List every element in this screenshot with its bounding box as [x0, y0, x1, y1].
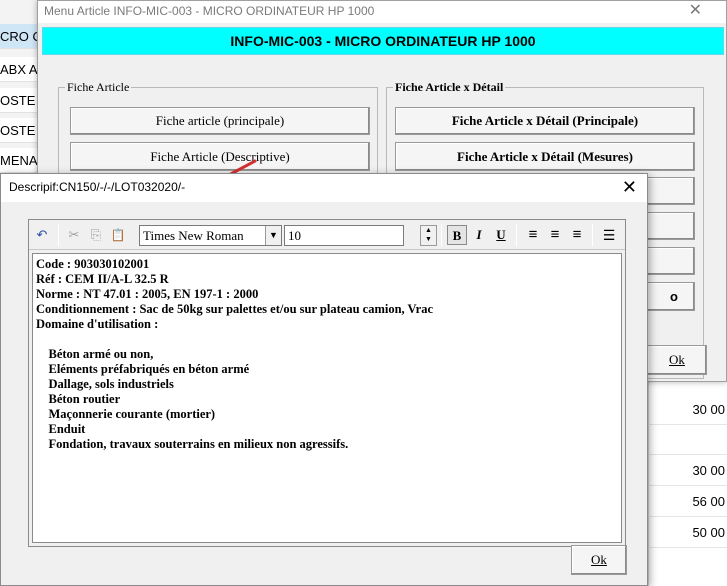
editor-text-line: Eléments préfabriqués en béton armé — [36, 362, 250, 376]
chevron-down-icon[interactable]: ▼ — [265, 226, 281, 245]
list-item: 30 00 — [648, 395, 727, 425]
background-values-column: 30 00 30 00 56 00 50 00 — [648, 380, 727, 586]
menu-ok-button[interactable]: Ok — [647, 345, 707, 375]
fiche-article-descriptive-button[interactable]: Fiche Article (Descriptive) — [70, 142, 370, 171]
fiche-detail-mesures-button[interactable]: Fiche Article x Détail (Mesures) — [395, 142, 695, 171]
list-item: 50 00 — [648, 518, 727, 548]
toolbar-separator — [516, 224, 517, 246]
font-size-value: 10 — [288, 228, 301, 243]
font-name-select[interactable]: Times New Roman ▼ — [139, 225, 282, 246]
editor-text-line: Conditionnement : Sac de 50kg sur palett… — [36, 302, 433, 316]
close-icon[interactable]: ✕ — [622, 176, 637, 198]
list-item: 56 00 — [648, 487, 727, 517]
cut-icon[interactable]: ✂ — [64, 225, 84, 245]
editor-text-line: Béton routier — [36, 392, 121, 406]
rich-text-editor: ↶ ✂ ⎘ 📋 Times New Roman ▼ 10 ▲ ▼ B I U ≡… — [28, 219, 626, 547]
article-header: INFO-MIC-003 - MICRO ORDINATEUR HP 1000 — [42, 27, 724, 55]
editor-text-line: Béton armé ou non, — [36, 347, 154, 361]
group-label: Fiche Article x Détail — [393, 80, 506, 94]
font-name-value: Times New Roman — [143, 228, 244, 243]
toolbar-separator — [592, 224, 593, 246]
close-icon[interactable]: ✕ — [689, 1, 702, 21]
editor-text-line: Réf : CEM II/A-L 32.5 R — [36, 272, 169, 286]
bullet-list-icon[interactable]: ☰ — [599, 225, 619, 245]
undo-icon[interactable]: ↶ — [32, 225, 52, 245]
editor-toolbar: ↶ ✂ ⎘ 📋 Times New Roman ▼ 10 ▲ ▼ B I U ≡… — [29, 220, 625, 250]
align-right-icon[interactable]: ≡ — [567, 225, 587, 245]
group-label: Fiche Article — [65, 80, 132, 94]
list-item: 30 00 — [648, 456, 727, 486]
font-size-spinner[interactable]: ▲ ▼ — [420, 225, 437, 246]
editor-text-line: Domaine d'utilisation : — [36, 317, 159, 331]
editor-content-area[interactable]: Code : 903030102001 Réf : CEM II/A-L 32.5… — [32, 253, 622, 543]
editor-text-line: Enduit — [36, 422, 86, 436]
editor-text-line: Maçonnerie courante (mortier) — [36, 407, 216, 421]
dialog-ok-button[interactable]: Ok — [571, 545, 627, 575]
toolbar-separator — [441, 224, 442, 246]
editor-text-line: Dallage, sols industriels — [36, 377, 174, 391]
dialog-titlebar: Descripif:CN150/-/-/LOT032020/- ✕ — [1, 174, 647, 202]
underline-button[interactable]: U — [491, 225, 511, 245]
spin-up-icon[interactable]: ▲ — [421, 226, 436, 235]
dialog-title: Descripif:CN150/-/-/LOT032020/- — [9, 180, 186, 194]
font-size-input[interactable]: 10 — [284, 225, 404, 246]
editor-text-line — [36, 332, 618, 347]
list-item — [648, 425, 727, 455]
copy-icon[interactable]: ⎘ — [86, 225, 106, 245]
align-center-icon[interactable]: ≡ — [545, 225, 565, 245]
fiche-article-principale-button[interactable]: Fiche article (principale) — [70, 107, 370, 135]
descriptif-dialog: Descripif:CN150/-/-/LOT032020/- ✕ ↶ ✂ ⎘ … — [0, 173, 648, 586]
align-left-icon[interactable]: ≡ — [523, 225, 543, 245]
bold-button[interactable]: B — [447, 225, 467, 245]
italic-button[interactable]: I — [469, 225, 489, 245]
paste-icon[interactable]: 📋 — [108, 225, 128, 245]
spin-down-icon[interactable]: ▼ — [421, 235, 436, 244]
menu-window-title: Menu Article INFO-MIC-003 - MICRO ORDINA… — [38, 1, 726, 23]
editor-text-line: Code : 903030102001 — [36, 257, 150, 271]
editor-text-line: Norme : NT 47.01 : 2005, EN 197-1 : 2000 — [36, 287, 259, 301]
toolbar-separator — [58, 224, 59, 246]
editor-text-line: Fondation, travaux souterrains en milieu… — [36, 437, 349, 451]
fiche-detail-principale-button[interactable]: Fiche Article x Détail (Principale) — [395, 107, 695, 135]
